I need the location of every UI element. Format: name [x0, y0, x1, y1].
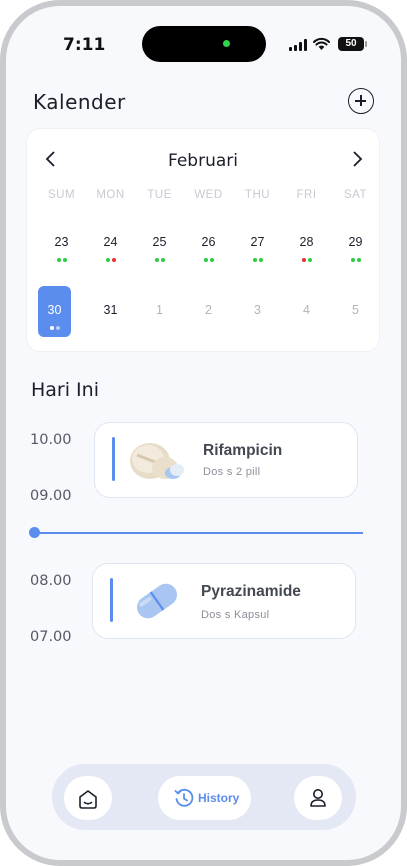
- signal-icon: [289, 39, 309, 51]
- dose-status-dots: [282, 249, 331, 267]
- calendar-card: Februari SUM MON TUE WED THU FRI SAT 23 …: [26, 128, 380, 352]
- bottom-nav: History: [52, 764, 356, 830]
- medication-dose: Dos s Kapsul: [201, 609, 270, 621]
- calendar-day[interactable]: 3: [233, 303, 282, 317]
- capsule-icon: [136, 583, 178, 619]
- camera-indicator: [223, 40, 230, 47]
- calendar-day-selected[interactable]: 30: [30, 303, 79, 317]
- medication-card[interactable]: Pyrazinamide Dos s Kapsul: [92, 563, 356, 639]
- weekday-label: FRI: [296, 189, 317, 201]
- history-icon: [174, 788, 194, 807]
- dynamic-island: [142, 26, 266, 62]
- time-label: 09.00: [30, 488, 72, 504]
- page-title: Kalender: [33, 90, 126, 114]
- weekday-label: WED: [194, 189, 223, 201]
- weekday-label: THU: [244, 189, 271, 201]
- nav-history-label: History: [198, 791, 240, 805]
- current-time-dot: [29, 527, 40, 538]
- dose-status-dots: [233, 249, 282, 267]
- battery-icon: 50: [338, 37, 364, 51]
- calendar-day[interactable]: 24: [86, 235, 135, 249]
- calendar-day[interactable]: 28: [282, 235, 331, 249]
- weekday-label: SUM: [47, 189, 76, 201]
- calendar-day[interactable]: 2: [184, 303, 233, 317]
- dose-status-dots: [30, 317, 79, 335]
- section-heading: Hari Ini: [31, 379, 99, 401]
- weekday-label: MON: [96, 189, 125, 201]
- time-label: 10.00: [30, 432, 72, 448]
- medication-name: Pyrazinamide: [201, 583, 301, 600]
- dose-status-dots: [37, 249, 86, 267]
- calendar-day[interactable]: 23: [37, 235, 86, 249]
- weekday-label: SAT: [343, 189, 367, 201]
- calendar-day[interactable]: 5: [331, 303, 380, 317]
- card-accent-bar: [112, 437, 115, 481]
- nav-profile-button[interactable]: [294, 776, 342, 820]
- weekday-label: TUE: [147, 189, 172, 201]
- time-label: 07.00: [30, 629, 72, 645]
- calendar-day[interactable]: 26: [184, 235, 233, 249]
- wifi-icon: [313, 37, 330, 50]
- calendar-day[interactable]: 25: [135, 235, 184, 249]
- phone-frame: 7:11 50 Kalender Februari SUM MON TUE WE…: [0, 0, 407, 866]
- status-bar: 7:11 50: [6, 6, 401, 66]
- dose-status-dots: [331, 249, 380, 267]
- dose-status-dots: [184, 249, 233, 267]
- nav-home-button[interactable]: [64, 776, 112, 820]
- dose-status-dots: [86, 249, 135, 267]
- add-button[interactable]: [348, 88, 374, 114]
- medication-card[interactable]: Rifampicin Dos s 2 pill: [94, 422, 358, 498]
- calendar-month: Februari: [168, 151, 238, 171]
- time-label: 08.00: [30, 573, 72, 589]
- card-accent-bar: [110, 578, 113, 622]
- user-icon: [310, 789, 326, 807]
- current-time-line: [34, 532, 363, 534]
- dose-status-dots: [135, 249, 184, 267]
- battery-cap: [365, 41, 367, 47]
- calendar-day[interactable]: 1: [135, 303, 184, 317]
- home-icon: [79, 790, 97, 809]
- calendar-day[interactable]: 31: [86, 303, 135, 317]
- calendar-day[interactable]: 27: [233, 235, 282, 249]
- medication-dose: Dos s 2 pill: [203, 466, 261, 478]
- chevron-right-icon[interactable]: [347, 149, 367, 169]
- status-time: 7:11: [63, 35, 106, 55]
- medication-name: Rifampicin: [203, 442, 283, 459]
- pills-icon: [130, 443, 184, 479]
- nav-history-button[interactable]: History: [158, 776, 251, 820]
- calendar-day[interactable]: 4: [282, 303, 331, 317]
- calendar-day[interactable]: 29: [331, 235, 380, 249]
